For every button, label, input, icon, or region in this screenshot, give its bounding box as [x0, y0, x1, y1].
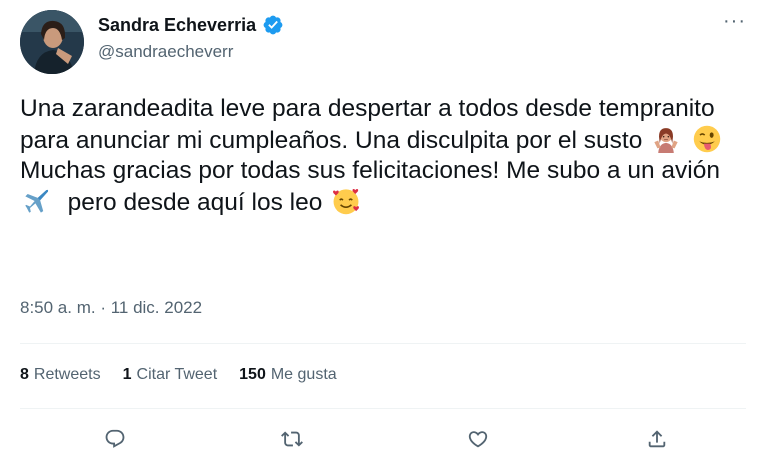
user-handle[interactable]: @sandraecheverr — [98, 42, 233, 62]
tweet-text: Una zarandeadita leve para despertar a t… — [20, 94, 755, 218]
share-button[interactable] — [643, 425, 671, 453]
user-name[interactable]: Sandra Echeverria — [98, 15, 256, 36]
tweet-text-part-2: Muchas gracias por todas sus felicitacio… — [20, 157, 720, 184]
retweets-stat[interactable]: 8 Retweets — [20, 366, 101, 384]
tweet-stats: 8 Retweets 1 Citar Tweet 150 Me gusta — [20, 366, 337, 384]
reply-button[interactable] — [101, 425, 129, 453]
quotes-count: 1 — [122, 366, 132, 383]
likes-stat[interactable]: 150 Me gusta — [239, 366, 337, 384]
retweet-button[interactable] — [278, 425, 306, 453]
airplane-emoji-icon — [25, 189, 49, 213]
quotes-stat[interactable]: 1 Citar Tweet — [123, 366, 218, 384]
tweet-text-part-3: pero desde aquí los leo — [67, 188, 323, 216]
tweet-actions — [0, 425, 768, 453]
woman-shrugging-emoji-icon — [654, 127, 678, 153]
divider-top — [20, 343, 746, 344]
more-options-icon[interactable]: ··· — [723, 10, 746, 33]
verified-badge-icon — [263, 15, 283, 35]
share-icon — [648, 430, 666, 448]
divider-bottom — [20, 408, 746, 409]
winking-face-tongue-emoji-icon — [693, 125, 721, 152]
likes-label: Me gusta — [270, 366, 337, 383]
retweet-icon — [281, 431, 303, 447]
reply-icon — [105, 429, 125, 448]
avatar[interactable] — [20, 10, 84, 74]
like-button[interactable] — [464, 425, 492, 453]
quotes-label: Citar Tweet — [136, 366, 218, 383]
tweet-text-part-1: Una zarandeadita leve para despertar a t… — [20, 95, 715, 154]
smiling-face-hearts-emoji-icon — [333, 188, 360, 214]
like-icon — [468, 431, 488, 448]
tweet-timestamp[interactable]: 8:50 a. m. · 11 dic. 2022 — [20, 298, 202, 318]
user-name-row[interactable]: Sandra Echeverria — [98, 14, 284, 36]
likes-count: 150 — [239, 366, 266, 383]
retweets-label: Retweets — [33, 366, 101, 383]
retweets-count: 8 — [20, 366, 29, 383]
